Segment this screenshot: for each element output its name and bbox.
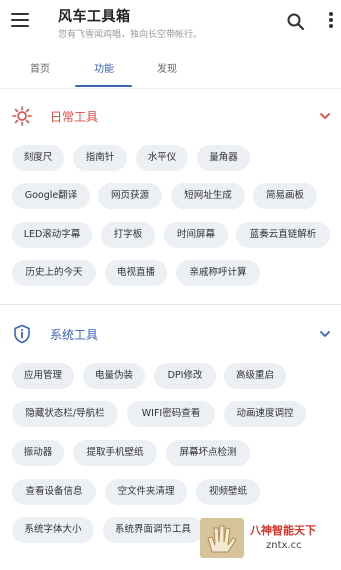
- shield-info-icon: [14, 324, 30, 344]
- chip-level[interactable]: 水平仪: [136, 145, 188, 171]
- tab-home[interactable]: 首页: [30, 60, 50, 75]
- chip-short-url[interactable]: 短网址生成: [171, 183, 245, 209]
- chevron-down-icon[interactable]: [318, 327, 332, 341]
- section-divider: [0, 304, 341, 305]
- chip-app-manager[interactable]: 应用管理: [12, 363, 74, 389]
- chip-protractor[interactable]: 量角器: [197, 145, 250, 171]
- search-icon[interactable]: [286, 12, 306, 32]
- chip-lanzou-parser[interactable]: 蓝奏云直链解析: [236, 222, 330, 248]
- chip-hide-bars[interactable]: 隐藏状态栏/导航栏: [12, 401, 118, 427]
- tab-functions[interactable]: 功能: [94, 60, 114, 75]
- chevron-down-icon[interactable]: [318, 109, 332, 123]
- tab-discover[interactable]: 发现: [157, 60, 177, 75]
- chip-history-today[interactable]: 历史上的今天: [12, 260, 96, 286]
- chip-kinship-calc[interactable]: 亲戚称呼计算: [176, 260, 260, 286]
- chip-google-translate[interactable]: Google翻译: [12, 183, 90, 209]
- section-title: 日常工具: [50, 110, 99, 124]
- section-header-daily-tools[interactable]: 日常工具: [0, 96, 341, 136]
- active-tab-indicator: [75, 85, 132, 87]
- chip-typing-board[interactable]: 打字板: [101, 222, 155, 248]
- chip-web-source[interactable]: 网页获源: [98, 183, 162, 209]
- watermark: 八神智能天下 zntx.cc: [200, 518, 341, 570]
- chip-time-screen[interactable]: 时间屏幕: [164, 222, 228, 248]
- app-bar: 风车工具箱 忽有飞雪闻鸡唱，独向长空带帐行。: [0, 0, 341, 48]
- sun-icon: [12, 106, 32, 126]
- chip-video-wallpaper[interactable]: 视频壁纸: [196, 479, 260, 505]
- chip-vibrator[interactable]: 振动器: [12, 440, 64, 466]
- tab-bar: 首页 功能 发现: [0, 52, 341, 88]
- chip-animation-speed[interactable]: 动画速度调控: [224, 401, 306, 427]
- chip-tv-live[interactable]: 电视直播: [105, 260, 167, 286]
- more-vert-icon[interactable]: [326, 12, 336, 32]
- hamburger-menu-icon[interactable]: [11, 13, 29, 29]
- chip-device-info[interactable]: 查看设备信息: [12, 479, 96, 505]
- chip-system-font-size[interactable]: 系统字体大小: [12, 517, 94, 543]
- chip-ruler[interactable]: 刻度尺: [12, 145, 64, 171]
- app-title: 风车工具箱: [58, 9, 131, 25]
- chip-extract-wallpaper[interactable]: 提取手机壁纸: [73, 440, 157, 466]
- hand-logo-icon: [200, 518, 244, 558]
- tabs-divider: [0, 88, 341, 89]
- chip-system-ui-tuner[interactable]: 系统界面调节工具: [103, 517, 203, 543]
- watermark-title: 八神智能天下: [250, 524, 316, 537]
- chip-wifi-password[interactable]: WIFI密码查看: [127, 401, 215, 427]
- chip-empty-folder-clean[interactable]: 空文件夹清理: [105, 479, 187, 505]
- watermark-url: zntx.cc: [266, 540, 302, 551]
- chip-dpi-modify[interactable]: DPI修改: [154, 363, 216, 389]
- chip-dead-pixel[interactable]: 屏幕坏点检测: [166, 440, 250, 466]
- chip-led-marquee[interactable]: LED滚动字幕: [12, 222, 92, 248]
- app-subtitle: 忽有飞雪闻鸡唱，独向长空带帐行。: [58, 30, 203, 40]
- chip-compass[interactable]: 指南针: [73, 145, 127, 171]
- chip-sketchpad[interactable]: 简易画板: [253, 183, 317, 209]
- section-header-system-tools[interactable]: 系统工具: [0, 314, 341, 354]
- chip-advanced-reboot[interactable]: 高级重启: [224, 363, 286, 389]
- section-title: 系统工具: [50, 328, 99, 342]
- chip-battery-spoof[interactable]: 电量伪装: [83, 363, 145, 389]
